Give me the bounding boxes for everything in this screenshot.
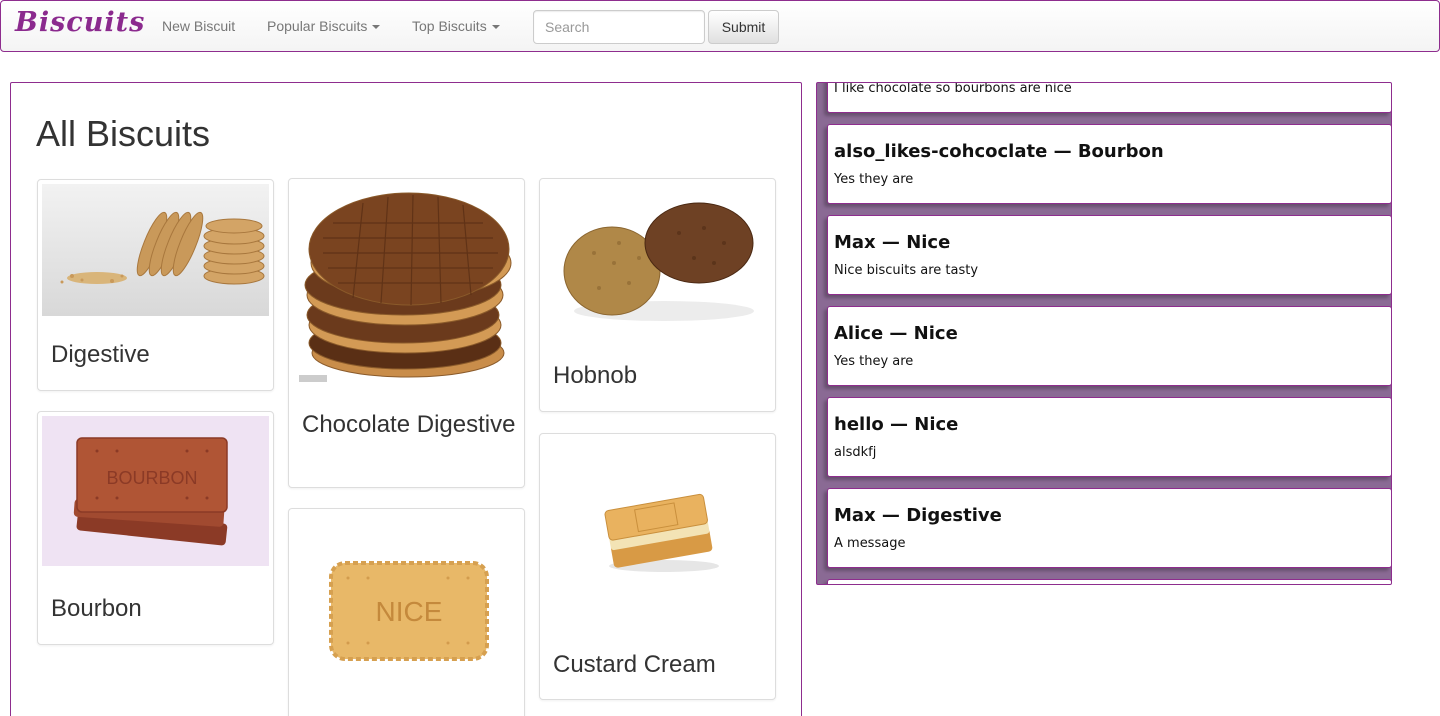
bourbon-image: BOURBON — [42, 416, 269, 566]
biscuit-name: Hobnob — [553, 362, 638, 389]
message-card: hello — Nice alsdkfj — [827, 397, 1391, 477]
biscuit-card-custard-cream[interactable]: Custard Cream — [539, 433, 776, 700]
message-title: Max — Nice — [834, 232, 951, 253]
nav-top-biscuits-label: Top Biscuits — [412, 18, 487, 34]
digestive-image — [42, 184, 269, 316]
message-card: Max — Nice Nice biscuits are tasty — [827, 215, 1391, 295]
message-body: I like chocolate so bourbons are nice — [834, 82, 1072, 96]
biscuit-card-chocolate-digestive[interactable]: Chocolate Digestive — [288, 178, 525, 488]
biscuit-card-bourbon[interactable]: BOURBON Bourbon — [37, 411, 274, 645]
biscuit-name: Custard Cream — [553, 651, 716, 678]
biscuit-card-digestive[interactable]: Digestive — [37, 179, 274, 391]
message-body: Yes they are — [834, 354, 914, 369]
submit-button[interactable]: Submit — [708, 10, 779, 44]
navbar: Biscuits New Biscuit Popular Biscuits To… — [0, 0, 1440, 52]
biscuits-panel: All Biscuits Digestive Chocolate Digesti… — [10, 82, 802, 716]
caret-down-icon — [491, 25, 500, 30]
message-card: Max — Digestive A message — [827, 488, 1391, 568]
biscuit-card-hobnob[interactable]: Hobnob — [539, 178, 776, 412]
message-title: hello — Nice — [834, 414, 959, 435]
page-title: All Biscuits — [36, 113, 211, 154]
brand-logo[interactable]: Biscuits — [15, 7, 145, 38]
nav-top-biscuits-dropdown[interactable]: Top Biscuits — [412, 18, 500, 34]
chocolate-digestive-image — [293, 183, 520, 388]
svg-text:NICE: NICE — [376, 596, 443, 627]
nav-popular-biscuits-dropdown[interactable]: Popular Biscuits — [267, 18, 381, 34]
message-title: Alice — Nice — [834, 323, 958, 344]
svg-text:BOURBON: BOURBON — [106, 468, 197, 488]
message-title: Max — Digestive — [834, 505, 1002, 526]
message-title: also_likes-cohcoclate — Bourbon — [834, 141, 1164, 162]
biscuit-card-nice[interactable]: NICE — [288, 508, 525, 716]
nav-new-biscuit[interactable]: New Biscuit — [162, 18, 235, 34]
nav-new-biscuit-label: New Biscuit — [162, 18, 236, 34]
biscuit-name: Bourbon — [51, 595, 142, 622]
message-card: Alice — Nice Yes they are — [827, 306, 1391, 386]
message-body: alsdkfj — [834, 445, 877, 460]
message-body: A message — [834, 536, 906, 551]
biscuit-name: Digestive — [51, 341, 150, 368]
message-body: Yes they are — [834, 172, 914, 187]
message-card: I like chocolate so bourbons are nice — [827, 82, 1391, 113]
caret-down-icon — [372, 25, 381, 30]
search-input[interactable] — [533, 10, 705, 44]
custard-cream-image — [544, 438, 771, 628]
message-card: also_likes-cohcoclate — Bourbon Yes they… — [827, 124, 1391, 204]
biscuit-name: Chocolate Digestive — [302, 411, 516, 438]
messages-panel[interactable]: I like chocolate so bourbons are nice al… — [816, 82, 1392, 585]
hobnob-image — [544, 183, 771, 337]
message-body: Nice biscuits are tasty — [834, 263, 979, 278]
nice-image: NICE — [293, 513, 520, 713]
message-card-partial — [827, 579, 1391, 584]
nav-popular-biscuits-label: Popular Biscuits — [267, 18, 368, 34]
